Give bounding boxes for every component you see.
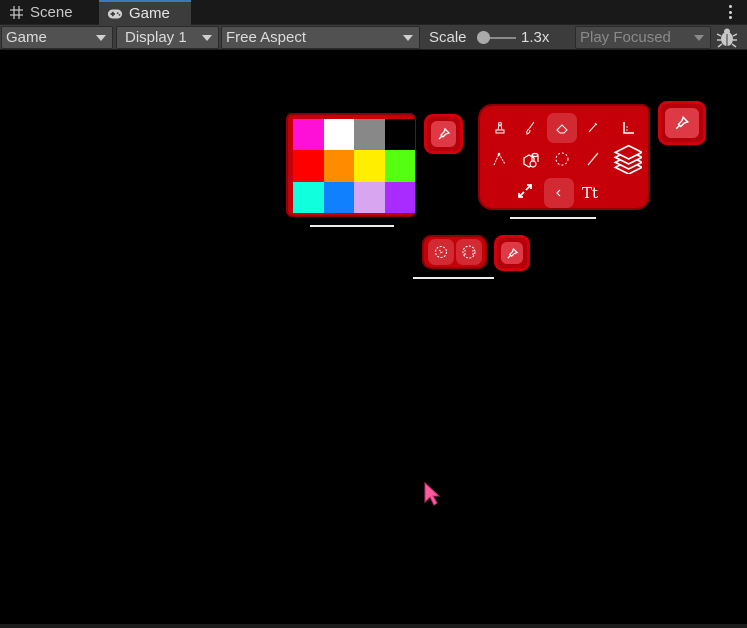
chevron-left-tool-button[interactable]	[544, 178, 574, 208]
color-swatch[interactable]	[293, 181, 324, 213]
color-swatch[interactable]	[354, 181, 385, 213]
tools-drag-handle[interactable]	[510, 217, 596, 219]
line-icon	[587, 152, 599, 166]
scale-slider-handle[interactable]	[477, 31, 490, 44]
color-swatch[interactable]	[323, 119, 354, 151]
scale-label: Scale	[429, 29, 467, 46]
tab-scene[interactable]: Scene	[0, 0, 96, 25]
stamp-icon	[495, 122, 505, 134]
palette-drag-handle[interactable]	[310, 225, 394, 227]
history-pin-button[interactable]	[494, 235, 530, 271]
layers-icon	[613, 144, 642, 174]
chevron-down-icon	[202, 35, 212, 41]
color-swatch[interactable]	[354, 119, 385, 151]
gamepad-icon	[107, 6, 123, 22]
redo-button[interactable]	[456, 239, 482, 265]
layers-tool-button[interactable]	[609, 141, 645, 177]
window-bottom-edge	[0, 624, 747, 628]
display-value: Display 1	[125, 29, 187, 46]
text-icon: Tt	[581, 184, 599, 202]
expand-icon	[518, 184, 532, 198]
primitives-icon	[523, 152, 539, 168]
play-mode-value: Play Focused	[580, 29, 671, 46]
tab-scene-label: Scene	[30, 4, 73, 21]
undo-icon	[435, 246, 447, 258]
polyline-icon	[493, 152, 506, 166]
view-mode-dropdown[interactable]: Game	[1, 26, 113, 49]
lasso-icon	[555, 152, 569, 166]
primitives-tool-button[interactable]	[516, 144, 546, 174]
undo-button[interactable]	[428, 239, 454, 265]
color-swatch[interactable]	[323, 181, 354, 213]
brush-icon	[526, 121, 535, 135]
grid-icon	[8, 5, 24, 21]
view-mode-value: Game	[6, 29, 47, 46]
redo-icon	[462, 245, 476, 259]
expand-tool-button[interactable]	[510, 176, 540, 206]
color-swatch[interactable]	[354, 150, 385, 182]
aspect-value: Free Aspect	[226, 29, 307, 46]
tab-game-label: Game	[129, 5, 170, 22]
color-swatch[interactable]	[384, 150, 415, 182]
history-drag-handle[interactable]	[413, 277, 494, 279]
tool-palette-panel: Tt	[478, 104, 650, 210]
chevron-left-icon	[556, 189, 561, 197]
tools-pin-button[interactable]	[658, 101, 706, 145]
text-tool-button[interactable]: Tt	[575, 178, 605, 208]
pen-tool-button[interactable]	[578, 113, 608, 143]
lasso-tool-button[interactable]	[547, 144, 577, 174]
palette-pin-button[interactable]	[424, 114, 463, 154]
pin-icon	[438, 127, 450, 140]
color-swatch[interactable]	[293, 150, 324, 182]
color-swatch[interactable]	[293, 119, 324, 151]
history-panel	[422, 235, 487, 269]
mouse-cursor-icon	[424, 482, 441, 506]
aspect-dropdown[interactable]: Free Aspect	[221, 26, 420, 49]
color-swatch[interactable]	[323, 150, 354, 182]
line-tool-button[interactable]	[578, 144, 608, 174]
polyline-tool-button[interactable]	[485, 144, 515, 174]
pin-icon	[675, 115, 690, 130]
bug-icon[interactable]	[716, 27, 738, 48]
color-swatch[interactable]	[384, 119, 415, 151]
display-dropdown[interactable]: Display 1	[116, 26, 219, 49]
pin-icon	[506, 247, 518, 259]
game-view-toolbar: Game Display 1 Free Aspect Scale 1.3x Pl…	[0, 25, 747, 50]
ruler-corner-tool-button[interactable]	[613, 113, 643, 143]
chevron-down-icon	[403, 35, 413, 41]
scale-value: 1.3x	[521, 29, 550, 46]
ruler-corner-icon	[623, 122, 634, 134]
chevron-down-icon	[96, 35, 106, 41]
more-options-icon[interactable]	[723, 3, 737, 21]
pen-icon	[588, 122, 598, 133]
chevron-down-icon	[694, 35, 704, 41]
color-palette-panel	[286, 113, 416, 217]
color-swatch[interactable]	[384, 181, 415, 213]
eraser-tool-button[interactable]	[547, 113, 577, 143]
color-swatch-grid	[293, 119, 415, 213]
editor-tab-bar: Scene Game	[0, 0, 747, 25]
eraser-icon	[556, 124, 568, 134]
brush-tool-button[interactable]	[516, 113, 546, 143]
play-mode-dropdown[interactable]: Play Focused	[575, 26, 711, 49]
tab-game[interactable]: Game	[99, 0, 191, 25]
stamp-tool-button[interactable]	[485, 113, 515, 143]
